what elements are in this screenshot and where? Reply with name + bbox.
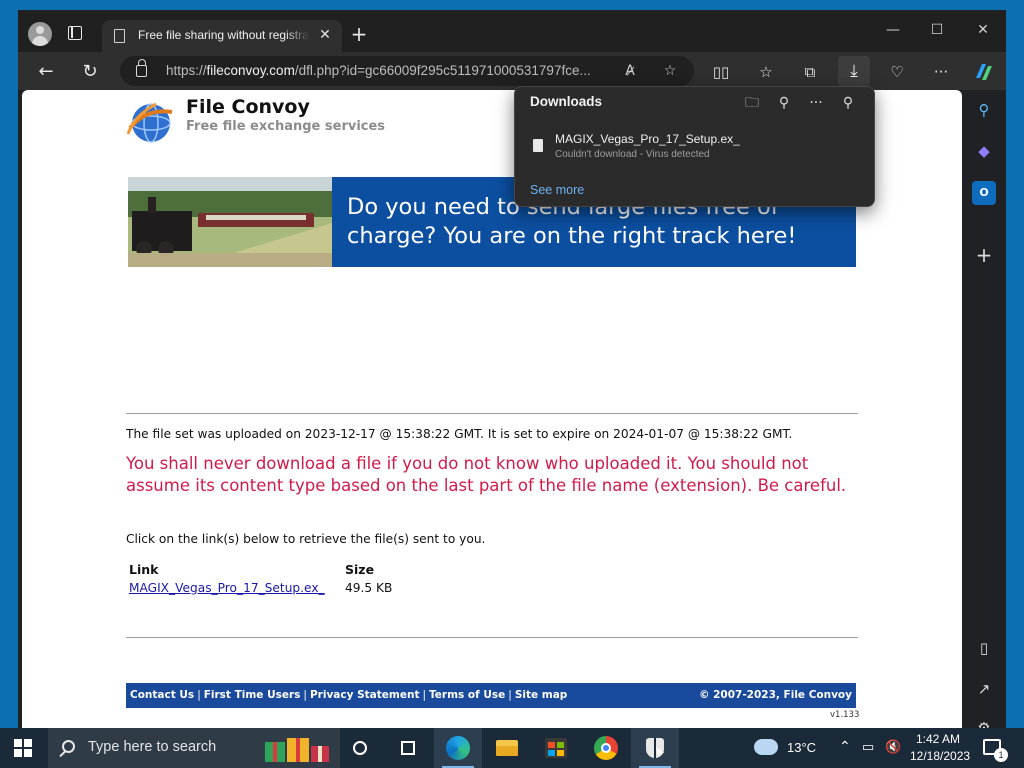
version-label: v1.133 (830, 710, 860, 720)
file-icon (533, 139, 543, 152)
brand-title: File Convoy (186, 96, 310, 118)
footer-link-privacy-statement[interactable]: Privacy Statement (310, 689, 420, 701)
task-view-icon[interactable] (384, 728, 432, 768)
footer-link-first-time-users[interactable]: First Time Users (204, 689, 301, 701)
security-warning: You shall never download a file if you d… (126, 454, 847, 495)
browser-window: Free file sharing without registration ✕… (18, 10, 1006, 728)
taskbar: Type here to search 13°C ⌃ ▭ 🔇 1:42 AM 1… (0, 728, 1024, 768)
url-text[interactable]: https://fileconvoy.com/dfl.php?id=gc6600… (166, 63, 611, 81)
weather-temperature[interactable]: 13°C (787, 740, 816, 755)
upload-info-text: The file set was uploaded on 2023-12-17 … (126, 427, 793, 441)
clock-time[interactable]: 1:42 AM (916, 732, 960, 746)
tab-title: Free file sharing without registration (138, 28, 310, 42)
tab-actions-icon[interactable] (68, 26, 82, 40)
downloads-title: Downloads (530, 94, 603, 109)
more-options-icon[interactable]: ··· (928, 59, 954, 85)
add-icon[interactable]: + (972, 243, 996, 267)
copilot-sidebar-icon[interactable]: ◆ (972, 139, 996, 163)
read-aloud-icon[interactable]: A̷ (620, 61, 640, 81)
security-shield-icon[interactable] (631, 728, 679, 768)
footer-link-contact-us[interactable]: Contact Us (130, 689, 194, 701)
favorites-icon[interactable]: ☆ (753, 59, 779, 85)
hide-sidebar-icon[interactable]: ▯ (972, 636, 996, 660)
footer-link-site-map[interactable]: Site map (515, 689, 568, 701)
edge-sidebar: ⚲ ◆ O + ▯ ↗ ⚙ (962, 90, 1006, 728)
download-item-name[interactable]: MAGIX_Vegas_Pro_17_Setup.ex_ (555, 132, 740, 146)
search-placeholder: Type here to search (88, 739, 217, 755)
weather-icon[interactable] (754, 739, 778, 755)
taskbar-search-box[interactable]: Type here to search (48, 728, 340, 768)
edge-taskbar-icon[interactable] (434, 728, 482, 768)
search-icon[interactable]: ⚲ (972, 98, 996, 122)
page-icon (114, 29, 125, 43)
new-tab-icon[interactable]: + (348, 24, 370, 46)
column-header-size: Size (345, 562, 375, 577)
download-item-status: Couldn't download - Virus detected (555, 149, 710, 160)
lock-icon[interactable] (136, 59, 147, 77)
search-icon (62, 740, 75, 753)
file-size: 49.5 KB (345, 581, 393, 595)
network-icon[interactable]: ▭ (862, 739, 874, 755)
back-icon[interactable]: ← (32, 58, 60, 86)
desktop-background (0, 0, 18, 728)
outlook-icon[interactable]: O (972, 181, 996, 205)
maximize-icon[interactable]: ☐ (914, 16, 960, 44)
instructions-text: Click on the link(s) below to retrieve t… (126, 532, 486, 546)
see-more-link[interactable]: See more (530, 183, 584, 197)
divider (126, 413, 858, 414)
file-download-link[interactable]: MAGIX_Vegas_Pro_17_Setup.ex_ (129, 581, 325, 595)
browser-toolbar: ← ↻ https://fileconvoy.com/dfl.php?id=gc… (18, 52, 1006, 90)
start-button[interactable] (14, 739, 32, 757)
brand-subtitle: Free file exchange services (186, 119, 386, 134)
address-bar[interactable]: https://fileconvoy.com/dfl.php?id=gc6600… (120, 56, 694, 86)
tab-active[interactable]: Free file sharing without registration ✕ (102, 20, 342, 52)
tab-close-icon[interactable]: ✕ (316, 26, 334, 44)
train-photo (128, 177, 332, 267)
favorite-star-icon[interactable]: ☆ (660, 61, 680, 81)
footer-links: Contact Us | First Time Users | Privacy Stat… (130, 689, 568, 701)
copyright: © 2007-2023, File Convoy (698, 689, 852, 701)
open-folder-icon[interactable]: 🗀 (741, 92, 763, 114)
tab-strip: Free file sharing without registration ✕… (18, 10, 1006, 52)
desktop-background (1006, 0, 1024, 728)
file-convoy-logo (126, 102, 173, 143)
downloads-icon[interactable]: ⤓ (838, 56, 870, 86)
collections-icon[interactable]: ⧉ (797, 59, 823, 85)
column-header-link: Link (129, 562, 159, 577)
browser-essentials-icon[interactable]: ♡ (884, 59, 910, 85)
window-close-icon[interactable]: ✕ (960, 16, 1006, 44)
gift-boxes-icon[interactable] (263, 734, 333, 764)
copilot-icon[interactable] (972, 60, 996, 84)
settings-icon[interactable]: ⚙ (972, 716, 996, 728)
chrome-icon[interactable] (582, 728, 630, 768)
search-downloads-icon[interactable]: ⚲ (773, 92, 795, 114)
show-hidden-icons-icon[interactable]: ⌃ (839, 738, 851, 755)
cortana-icon[interactable] (336, 728, 384, 768)
downloads-panel: Downloads 🗀 ⚲ ··· ⚲ MAGIX_Vegas_Pro_17_S… (514, 86, 875, 207)
file-explorer-icon[interactable] (483, 728, 531, 768)
pin-icon[interactable]: ⚲ (837, 92, 859, 114)
store-icon[interactable] (532, 728, 580, 768)
notification-count-badge: 1 (994, 748, 1008, 762)
minimize-icon[interactable]: — (870, 16, 916, 44)
split-screen-icon[interactable]: ▯▯ (708, 59, 734, 85)
volume-muted-icon[interactable]: 🔇 (885, 739, 901, 755)
clock-date[interactable]: 12/18/2023 (910, 749, 970, 763)
divider (126, 637, 858, 638)
profile-avatar-icon[interactable] (28, 22, 52, 46)
footer-link-terms-of-use[interactable]: Terms of Use (429, 689, 505, 701)
desktop-background (0, 0, 1024, 10)
footer-bar: Contact Us | First Time Users | Privacy Stat… (126, 683, 856, 708)
external-link-icon[interactable]: ↗ (972, 677, 996, 701)
refresh-icon[interactable]: ↻ (76, 58, 104, 86)
more-options-icon[interactable]: ··· (805, 92, 827, 114)
